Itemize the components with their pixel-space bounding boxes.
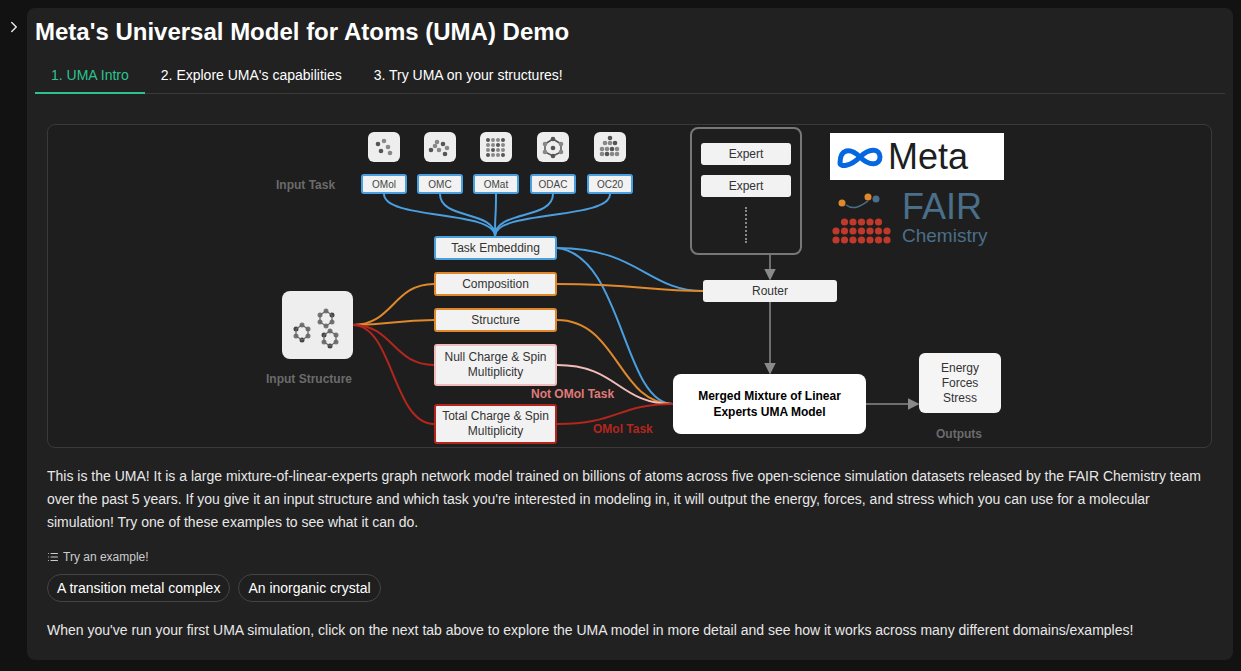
- meta-logo-text: Meta: [888, 137, 968, 177]
- expert-node: Expert: [701, 143, 791, 165]
- total-merged-connection: [557, 404, 673, 424]
- task-label: OMat: [473, 174, 519, 194]
- task-embedding-node: Task Embedding: [434, 236, 557, 260]
- experts-panel: Expert Expert: [690, 127, 802, 255]
- outputs-node: EnergyForcesStress: [919, 353, 1001, 413]
- meta-infinity-icon: [836, 143, 884, 171]
- structure-icon: [537, 132, 569, 162]
- chevron-right-icon[interactable]: [5, 18, 23, 36]
- more-experts-dots: [745, 207, 747, 243]
- tab-bar: 1. UMA Intro2. Explore UMA's capabilitie…: [35, 60, 1225, 94]
- embedding-merged-connection: [557, 248, 673, 404]
- embedding-router-connection: [557, 248, 703, 291]
- task-connection: [384, 194, 495, 236]
- example-button[interactable]: An inorganic crystal: [238, 574, 380, 602]
- input-task-label: Input Task: [276, 176, 335, 194]
- router-merged-arrow: [769, 302, 771, 373]
- fair-logo-text: FAIR: [902, 189, 988, 225]
- experts-router-arrow: [769, 255, 771, 279]
- fair-chemistry-logo: FAIRChemistry: [830, 189, 988, 247]
- uma-diagram: Input Task OMol OMC OMat ODAC OC20 Task Embedd…: [47, 124, 1212, 448]
- example-button[interactable]: A transition metal complex: [47, 574, 230, 602]
- input-structure-image: [282, 291, 353, 359]
- structure-structure-connection: [353, 320, 434, 325]
- tab[interactable]: 3. Try UMA on your structures!: [358, 60, 579, 94]
- structure-composition-connection: [353, 284, 434, 325]
- footer-text: When you've run your first UMA simulatio…: [47, 620, 1213, 640]
- main-panel: Meta's Universal Model for Atoms (UMA) D…: [27, 8, 1233, 660]
- merged-outputs-arrow: [866, 403, 918, 405]
- output-item: Forces: [942, 376, 979, 391]
- structure-icon: [594, 132, 626, 162]
- composition-node: Composition: [434, 272, 557, 296]
- task-structure-icon: [537, 132, 569, 162]
- total-charge-node: Total Charge & Spin Multiplicity: [434, 404, 557, 444]
- structure-icon: [368, 132, 400, 162]
- structure-icon: [480, 132, 512, 162]
- page-title: Meta's Universal Model for Atoms (UMA) D…: [35, 18, 1225, 46]
- omol-task-label: OMol Task: [593, 420, 653, 438]
- router-node: Router: [703, 280, 837, 302]
- fair-dots-icon: [830, 191, 894, 247]
- task-structure-icon: [480, 132, 512, 162]
- input-structure-label: Input Structure: [266, 370, 352, 388]
- structure-total-connection: [353, 325, 434, 424]
- task-structure-icon: [424, 132, 456, 162]
- tab[interactable]: 2. Explore UMA's capabilities: [145, 60, 358, 94]
- tab[interactable]: 1. UMA Intro: [35, 60, 145, 94]
- sidebar-toggle[interactable]: [0, 8, 27, 671]
- chemistry-logo-text: Chemistry: [902, 225, 988, 247]
- output-item: Stress: [943, 391, 977, 406]
- task-structure-icon: [368, 132, 400, 162]
- task-connection: [440, 194, 495, 236]
- structure-node: Structure: [434, 308, 557, 332]
- task-connection: [495, 194, 553, 236]
- task-label: OMC: [417, 174, 463, 194]
- composition-router-connection: [557, 284, 703, 291]
- description: This is the UMA! It is a large mixture-o…: [47, 465, 1212, 534]
- expert-node: Expert: [701, 175, 791, 197]
- list-icon: [47, 551, 59, 563]
- task-label: ODAC: [530, 174, 576, 194]
- merged-model-node: Merged Mixture of Linear Experts UMA Mod…: [673, 374, 866, 434]
- null-charge-node: Null Charge & Spin Multiplicity: [434, 344, 557, 386]
- meta-logo: Meta: [830, 133, 1004, 180]
- output-item: Energy: [941, 361, 979, 376]
- task-label: OMol: [361, 174, 407, 194]
- task-structure-icon: [594, 132, 626, 162]
- not-omol-task-label: Not OMol Task: [531, 385, 614, 403]
- examples-list: A transition metal complex An inorganic c…: [47, 574, 1213, 602]
- molecules-icon: [282, 291, 353, 359]
- examples-label: Try an example!: [47, 548, 1213, 566]
- task-connection: [495, 194, 610, 236]
- structure-null-connection: [353, 325, 434, 365]
- task-label: OC20: [587, 174, 633, 194]
- outputs-label: Outputs: [936, 425, 982, 443]
- app: Meta's Universal Model for Atoms (UMA) D…: [0, 0, 1241, 671]
- structure-icon: [424, 132, 456, 162]
